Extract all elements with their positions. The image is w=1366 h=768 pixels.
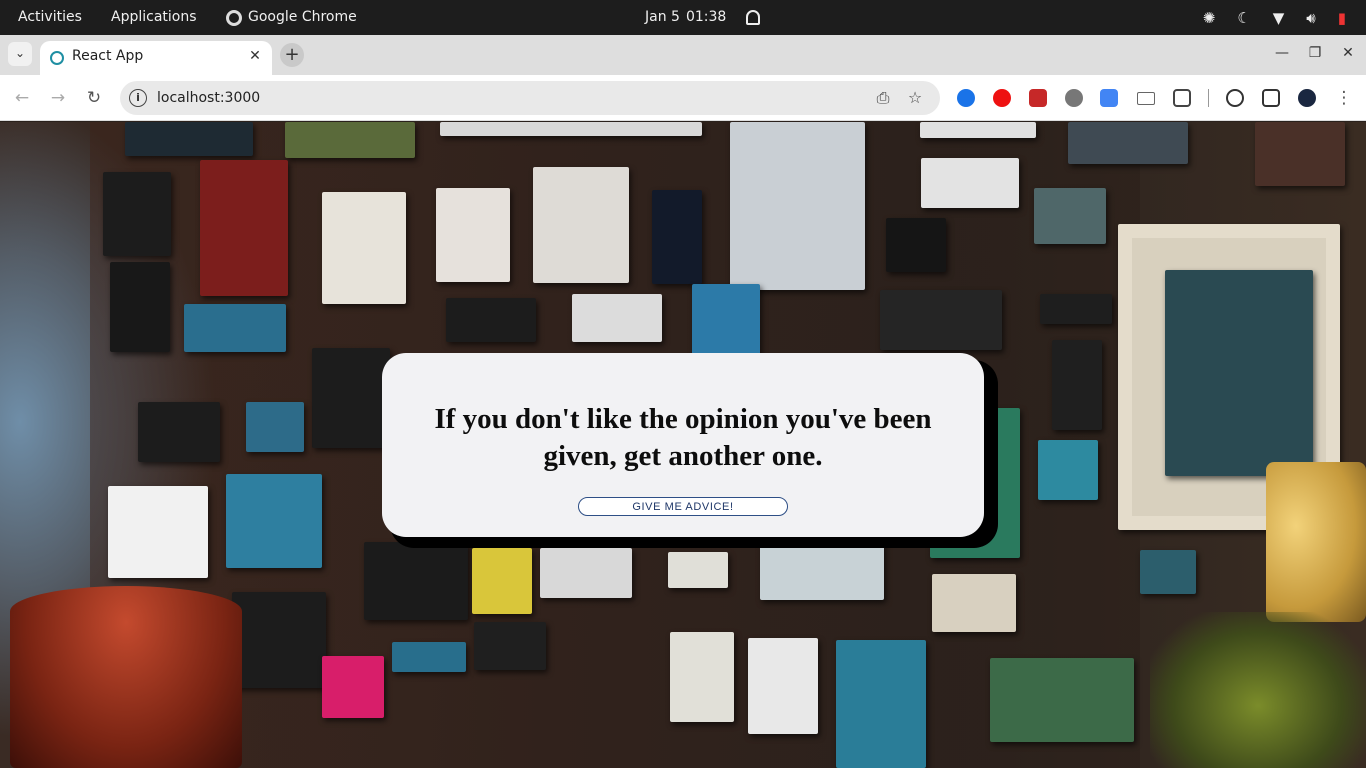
address-bar[interactable]: i localhost:3000 ⎙ ☆ bbox=[120, 81, 940, 115]
tab-close-icon[interactable]: ✕ bbox=[246, 47, 264, 65]
minimize-icon[interactable]: — bbox=[1272, 45, 1292, 61]
advice-quote: If you don't like the opinion you've bee… bbox=[434, 403, 932, 472]
forward-icon[interactable]: → bbox=[46, 86, 70, 110]
new-tab-button[interactable]: + bbox=[280, 43, 304, 67]
back-icon[interactable]: ← bbox=[10, 86, 34, 110]
reload-icon[interactable]: ↻ bbox=[82, 86, 106, 110]
tab-title: React App bbox=[72, 48, 144, 64]
volume-icon[interactable]: 🔊︎ bbox=[1306, 9, 1315, 27]
menu-kebab-icon[interactable]: ⋮ bbox=[1332, 86, 1356, 110]
clock-date: Jan 5 bbox=[645, 9, 680, 25]
wifi-icon[interactable]: ▼ bbox=[1273, 9, 1285, 27]
clock[interactable]: Jan 5 01:38 bbox=[645, 0, 761, 35]
night-mode-icon[interactable]: ☾ bbox=[1237, 9, 1250, 27]
active-app-name: Google Chrome bbox=[248, 9, 357, 25]
install-app-icon[interactable]: ⎙ bbox=[873, 88, 893, 108]
browser-toolbar: ← → ↻ i localhost:3000 ⎙ ☆ ⋮ bbox=[0, 75, 1366, 121]
tab-search-button[interactable]: ⌄ bbox=[8, 42, 32, 66]
react-icon bbox=[50, 51, 64, 65]
wordpress-icon[interactable] bbox=[1065, 89, 1083, 107]
tab-react-app[interactable]: React App ✕ bbox=[40, 41, 272, 75]
page-viewport: If you don't like the opinion you've bee… bbox=[0, 122, 1366, 768]
url-text[interactable]: localhost:3000 bbox=[157, 81, 260, 115]
bookmark-star-icon[interactable]: ☆ bbox=[905, 88, 925, 108]
translate-icon[interactable] bbox=[1100, 89, 1118, 107]
battery-icon[interactable]: ▮ bbox=[1338, 9, 1346, 27]
mail-icon[interactable] bbox=[1137, 92, 1155, 105]
lamp-left bbox=[10, 586, 242, 768]
applications-menu[interactable]: Applications bbox=[111, 0, 197, 35]
chrome-icon bbox=[226, 9, 242, 26]
site-info-icon[interactable]: i bbox=[129, 89, 147, 107]
settings-icon[interactable]: ✺ bbox=[1203, 9, 1216, 27]
activities-button[interactable]: Activities bbox=[18, 0, 82, 35]
give-advice-button[interactable]: GIVE ME ADVICE! bbox=[578, 497, 788, 516]
advice-card: If you don't like the opinion you've bee… bbox=[382, 353, 984, 537]
lamp-right bbox=[1266, 462, 1366, 622]
system-top-bar: Activities Applications Google Chrome Ja… bbox=[0, 0, 1366, 35]
tab-strip: ⌄ React App ✕ + — ❐ ✕ bbox=[0, 35, 1366, 75]
extension-blue-icon[interactable] bbox=[957, 89, 975, 107]
opera-icon[interactable] bbox=[993, 89, 1011, 107]
restore-icon[interactable]: ❐ bbox=[1305, 45, 1325, 61]
side-panel-icon[interactable] bbox=[1262, 89, 1280, 107]
plant-decor bbox=[1150, 612, 1366, 768]
active-app-menu[interactable]: Google Chrome bbox=[226, 0, 357, 35]
profile-avatar[interactable] bbox=[1298, 89, 1316, 107]
toolbar-divider bbox=[1208, 89, 1209, 107]
download-icon[interactable] bbox=[1226, 89, 1244, 107]
extension-red-icon[interactable] bbox=[1029, 89, 1047, 107]
system-tray[interactable]: ✺ ☾ ▼ 🔊︎ ▮ bbox=[1203, 0, 1346, 35]
puzzle-icon[interactable] bbox=[1173, 89, 1191, 107]
notification-bell-icon bbox=[746, 10, 761, 25]
clock-time: 01:38 bbox=[685, 9, 727, 25]
window-close-icon[interactable]: ✕ bbox=[1338, 45, 1358, 61]
